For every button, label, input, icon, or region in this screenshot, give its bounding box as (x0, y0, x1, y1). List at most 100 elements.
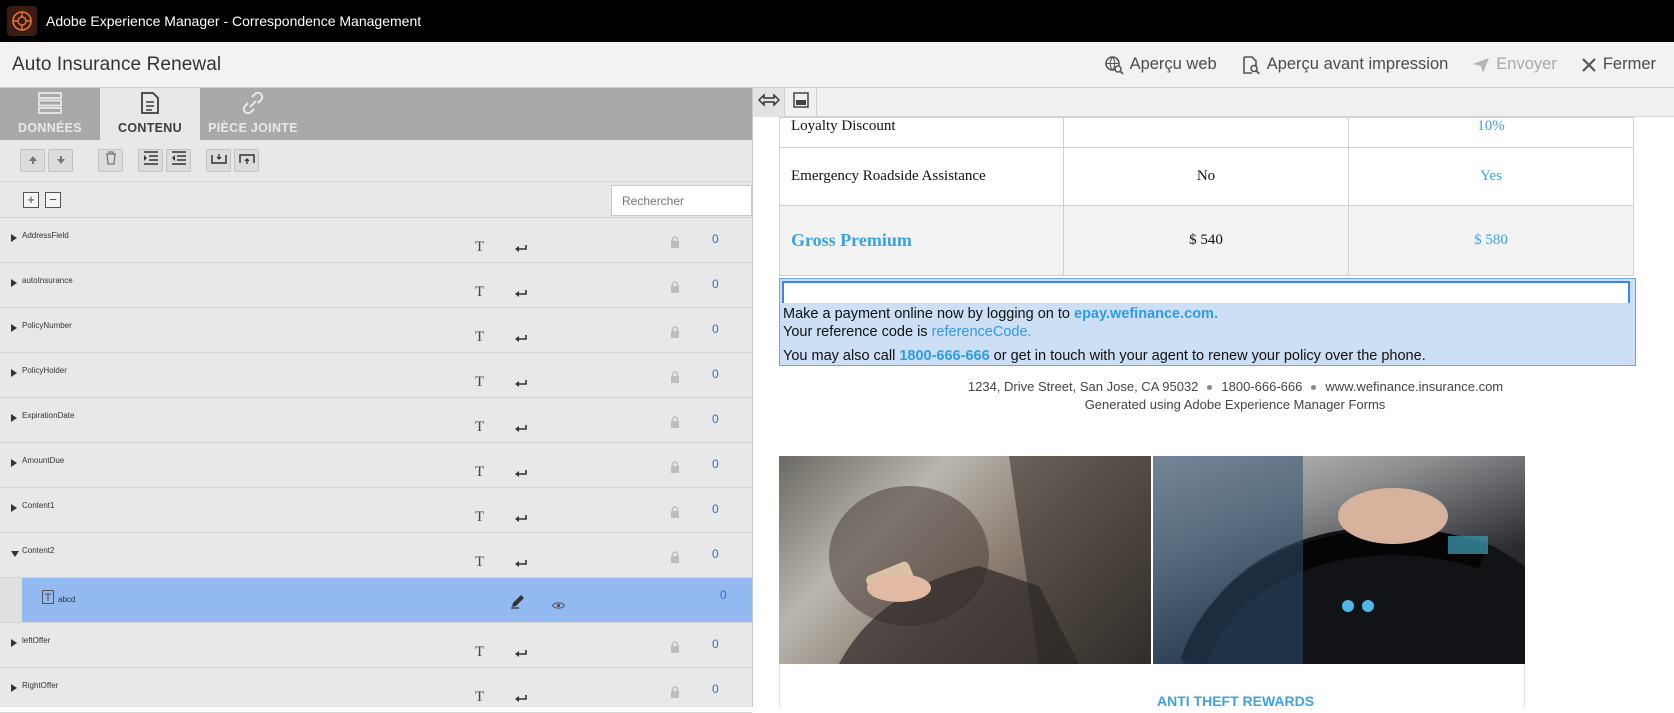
expand-arrow-icon[interactable] (11, 234, 17, 242)
page-break-before-button[interactable] (206, 149, 231, 172)
lock-icon[interactable] (670, 460, 680, 478)
page-break-after-button[interactable] (234, 149, 259, 172)
tab-donnees[interactable]: DONNÉES (0, 88, 100, 140)
lock-icon[interactable] (670, 325, 680, 343)
print-preview-button[interactable]: Aperçu avant impression (1241, 55, 1448, 75)
payment-line-text: You may also call (783, 348, 900, 364)
tree-controls: + − (0, 182, 752, 218)
table-cell (1062, 117, 1349, 148)
layout-button[interactable] (785, 88, 817, 117)
tree-row[interactable]: AddressField T 0 (0, 218, 752, 263)
tree-row-label: ExpirationDate (22, 411, 75, 420)
expand-arrow-icon[interactable] (11, 324, 17, 332)
document-title: Auto Insurance Renewal (12, 53, 222, 75)
lock-icon[interactable] (670, 280, 680, 298)
footer-website: www.wefinance.insurance.com (1325, 379, 1504, 394)
eye-icon[interactable] (551, 597, 566, 615)
offer-columns (779, 664, 1525, 707)
aem-logo-icon (7, 6, 37, 36)
send-button[interactable]: Envoyer (1472, 55, 1557, 74)
expand-all-button[interactable]: + (23, 191, 39, 208)
return-icon[interactable] (514, 331, 528, 349)
indent-icon (143, 151, 159, 170)
outdent-icon (171, 151, 187, 170)
tree-row[interactable]: PolicyNumber T 0 (0, 308, 752, 353)
collapse-arrow-icon[interactable] (11, 551, 19, 557)
tab-piece-jointe[interactable]: PIÈCE JOINTE (200, 88, 306, 140)
payment-line-2: Your reference code is referenceCode. (783, 324, 1032, 340)
lock-icon[interactable] (670, 550, 680, 568)
tab-contenu[interactable]: CONTENU (100, 88, 200, 140)
move-down-button[interactable] (48, 149, 73, 172)
expand-arrow-icon[interactable] (11, 639, 17, 647)
outdent-button[interactable] (166, 149, 191, 172)
tree-row[interactable]: PolicyHolder T 0 (0, 353, 752, 398)
tree-row-label: leftOffer (22, 636, 51, 645)
tree-row[interactable]: AmountDue T 0 (0, 443, 752, 488)
tree-row-label: Content1 (22, 501, 55, 510)
tree-row-label: abcd (58, 595, 76, 604)
lock-icon[interactable] (670, 415, 680, 433)
tree-row-label: autoInsurance (22, 276, 73, 285)
expand-arrow-icon[interactable] (11, 369, 17, 377)
text-type-icon: T (475, 419, 485, 435)
trash-icon (105, 151, 117, 170)
toggle-panel-button[interactable] (753, 88, 785, 117)
web-preview-button[interactable]: Aperçu web (1104, 55, 1217, 75)
close-button[interactable]: Fermer (1581, 55, 1656, 74)
expand-arrow-icon[interactable] (11, 414, 17, 422)
doc-search-icon (1241, 55, 1261, 75)
tree-row[interactable]: leftOffer T 0 (0, 623, 752, 668)
app-titlebar: Adobe Experience Manager - Correspondenc… (0, 0, 1674, 42)
return-icon[interactable] (514, 376, 528, 394)
return-icon[interactable] (514, 511, 528, 529)
tree-row[interactable]: ExpirationDate T 0 (0, 398, 752, 443)
payment-text-block[interactable]: Make a payment online now by logging on … (779, 278, 1636, 366)
tab-piece-jointe-label: PIÈCE JOINTE (208, 121, 298, 135)
payment-line-text: Your reference code is (783, 324, 932, 340)
lock-icon[interactable] (670, 370, 680, 388)
tree-row-label: AmountDue (22, 456, 65, 465)
expand-arrow-icon[interactable] (11, 684, 17, 692)
lock-icon[interactable] (670, 685, 680, 703)
move-up-button[interactable] (20, 149, 45, 172)
expand-arrow-icon[interactable] (11, 279, 17, 287)
return-icon[interactable] (514, 466, 528, 484)
return-icon[interactable] (514, 421, 528, 439)
tree-row[interactable]: autoInsurance T 0 (0, 263, 752, 308)
phone-link[interactable]: 1800-666-666 (899, 348, 989, 364)
expand-arrow-icon[interactable] (11, 504, 17, 512)
offer-image-phone (779, 456, 1151, 664)
return-icon[interactable] (514, 241, 528, 259)
pencil-icon[interactable] (510, 593, 526, 614)
tree-row-count: 0 (712, 682, 719, 696)
delete-button[interactable] (98, 149, 123, 172)
return-icon[interactable] (514, 646, 528, 664)
expand-arrow-icon[interactable] (11, 459, 17, 467)
lock-icon[interactable] (670, 505, 680, 523)
payment-link[interactable]: epay.wefinance.com. (1074, 306, 1218, 322)
tree-row-selected[interactable]: abcd 0 (0, 578, 752, 623)
return-icon[interactable] (514, 286, 528, 304)
preview-toolbar (753, 88, 1674, 117)
tree-row[interactable]: Content2 T 0 (0, 533, 752, 578)
tree-row[interactable]: RightOffer T 0 (0, 668, 752, 713)
lock-icon[interactable] (670, 640, 680, 658)
selection-highlight (22, 578, 752, 622)
footer-contact: 1234, Drive Street, San Jose, CA 95032 18… (753, 379, 1674, 394)
tree-row[interactable]: Content1 T 0 (0, 488, 752, 533)
return-icon[interactable] (514, 556, 528, 574)
offer-image-steering (1153, 456, 1525, 664)
content-panel: DONNÉES CONTENU PIÈCE JOINTE + − Address… (0, 88, 753, 713)
footer-address: 1234, Drive Street, San Jose, CA 95032 (967, 379, 1199, 394)
tree-row-count: 0 (712, 547, 719, 561)
close-label: Fermer (1602, 55, 1656, 73)
lock-icon[interactable] (670, 235, 680, 253)
table-row: Gross Premium $ 540 $ 580 (779, 205, 1635, 276)
collapse-all-button[interactable]: − (45, 191, 61, 208)
search-input[interactable] (611, 185, 752, 216)
table-cell: 10% (1347, 117, 1635, 148)
indent-button[interactable] (138, 149, 163, 172)
return-icon[interactable] (514, 691, 528, 709)
data-icon (38, 92, 62, 117)
